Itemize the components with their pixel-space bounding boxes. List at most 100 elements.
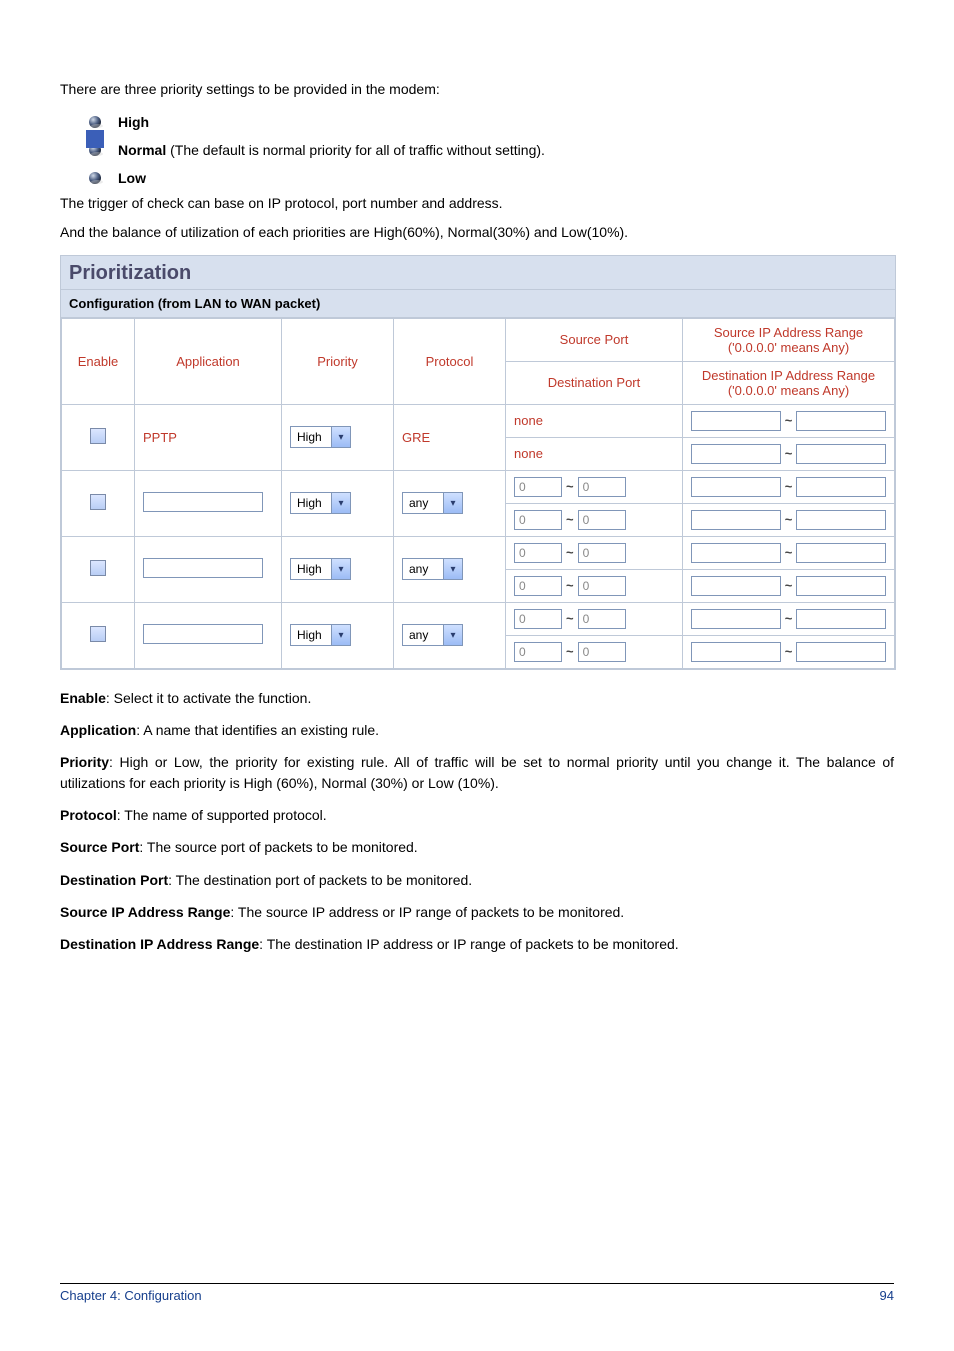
bullet-low: Low <box>88 166 894 190</box>
protocol-cell: GRE <box>394 404 506 470</box>
range-to-input[interactable] <box>796 444 886 464</box>
range-to-input[interactable] <box>796 510 886 530</box>
def-application: Application: A name that identifies an e… <box>60 720 894 740</box>
tilde-icon: ~ <box>564 578 576 593</box>
priority-select[interactable]: High ▾ <box>290 426 351 448</box>
sphere-icon <box>88 115 104 129</box>
def-dest-range: Destination IP Address Range: The destin… <box>60 934 894 954</box>
def-term: Priority <box>60 754 109 770</box>
priority-select[interactable]: High ▾ <box>290 492 351 514</box>
def-text: : The name of supported protocol. <box>117 807 327 823</box>
header-application: Application <box>135 318 282 404</box>
range-from-input[interactable] <box>691 642 781 662</box>
header-protocol: Protocol <box>394 318 506 404</box>
port-to-input[interactable]: 0 <box>578 477 626 497</box>
range-to-input[interactable] <box>796 642 886 662</box>
def-source-port: Source Port: The source port of packets … <box>60 837 894 857</box>
application-cell: PPTP <box>135 404 282 470</box>
range-from-input[interactable] <box>691 510 781 530</box>
dest-range-cell: ~ <box>691 444 886 464</box>
enable-checkbox[interactable] <box>90 494 106 510</box>
range-from-input[interactable] <box>691 444 781 464</box>
footer-chapter: Chapter 4: Configuration <box>60 1288 202 1303</box>
port-to-input[interactable]: 0 <box>578 609 626 629</box>
header-enable: Enable <box>62 318 135 404</box>
range-to-input[interactable] <box>796 576 886 596</box>
source-range-cell: ~ <box>691 543 886 563</box>
bullet-label: Low <box>118 170 146 186</box>
select-value: High <box>291 628 331 642</box>
port-from-input[interactable]: 0 <box>514 576 562 596</box>
protocol-select[interactable]: any ▾ <box>402 624 463 646</box>
tilde-icon: ~ <box>783 512 795 527</box>
chevron-down-icon: ▾ <box>331 559 350 579</box>
application-input[interactable] <box>143 624 263 644</box>
port-from-input[interactable]: 0 <box>514 609 562 629</box>
source-port-cell: 0 ~ 0 <box>514 609 674 629</box>
port-from-input[interactable]: 0 <box>514 543 562 563</box>
enable-checkbox[interactable] <box>90 428 106 444</box>
def-text: : A name that identifies an existing rul… <box>136 722 379 738</box>
application-input[interactable] <box>143 492 263 512</box>
tilde-icon: ~ <box>783 644 795 659</box>
select-value: any <box>403 496 443 510</box>
footer-page-number: 94 <box>880 1288 894 1303</box>
enable-checkbox[interactable] <box>90 560 106 576</box>
select-value: any <box>403 628 443 642</box>
dest-range-cell: ~ <box>691 510 886 530</box>
intro-line3: And the balance of utilization of each p… <box>60 223 894 243</box>
dest-port-cell: 0 ~ 0 <box>514 576 674 596</box>
prioritization-panel: Prioritization Configuration (from LAN t… <box>60 255 896 670</box>
range-to-input[interactable] <box>796 609 886 629</box>
def-protocol: Protocol: The name of supported protocol… <box>60 805 894 825</box>
port-to-input[interactable]: 0 <box>578 642 626 662</box>
select-value: High <box>291 430 331 444</box>
config-table: Enable Application Priority Protocol Sou… <box>61 318 895 669</box>
dest-port-cell: 0 ~ 0 <box>514 510 674 530</box>
dest-range-cell: ~ <box>691 576 886 596</box>
port-from-input[interactable]: 0 <box>514 642 562 662</box>
panel-subtitle: Configuration (from LAN to WAN packet) <box>61 290 895 318</box>
def-term: Destination Port <box>60 872 168 888</box>
port-from-input[interactable]: 0 <box>514 477 562 497</box>
range-to-input[interactable] <box>796 477 886 497</box>
range-from-input[interactable] <box>691 576 781 596</box>
tilde-icon: ~ <box>783 545 795 560</box>
port-to-input[interactable]: 0 <box>578 510 626 530</box>
tilde-icon: ~ <box>783 611 795 626</box>
enable-checkbox[interactable] <box>90 626 106 642</box>
port-from-input[interactable]: 0 <box>514 510 562 530</box>
select-value: High <box>291 562 331 576</box>
bullet-suffix: (The default is normal priority for all … <box>170 142 545 158</box>
chevron-down-icon: ▾ <box>443 559 462 579</box>
tilde-icon: ~ <box>564 512 576 527</box>
protocol-select[interactable]: any ▾ <box>402 558 463 580</box>
application-input[interactable] <box>143 558 263 578</box>
bullet-normal: Normal (The default is normal priority f… <box>88 138 894 162</box>
range-from-input[interactable] <box>691 543 781 563</box>
dest-range-cell: ~ <box>691 642 886 662</box>
priority-select[interactable]: High ▾ <box>290 624 351 646</box>
def-dest-port: Destination Port: The destination port o… <box>60 870 894 890</box>
page-accent-square <box>86 130 104 148</box>
source-range-cell: ~ <box>691 609 886 629</box>
def-text: : The source IP address or IP range of p… <box>230 904 624 920</box>
port-to-input[interactable]: 0 <box>578 576 626 596</box>
range-to-input[interactable] <box>796 543 886 563</box>
def-enable: Enable: Select it to activate the functi… <box>60 688 894 708</box>
bullet-label: Normal <box>118 142 166 158</box>
intro-line2: The trigger of check can base on IP prot… <box>60 194 894 214</box>
tilde-icon: ~ <box>783 479 795 494</box>
protocol-select[interactable]: any ▾ <box>402 492 463 514</box>
tilde-icon: ~ <box>564 545 576 560</box>
header-source-range: Source IP Address Range ('0.0.0.0' means… <box>683 318 895 361</box>
range-to-input[interactable] <box>796 411 886 431</box>
range-from-input[interactable] <box>691 411 781 431</box>
range-from-input[interactable] <box>691 477 781 497</box>
def-priority: Priority: High or Low, the priority for … <box>60 752 894 793</box>
header-priority: Priority <box>282 318 394 404</box>
priority-select[interactable]: High ▾ <box>290 558 351 580</box>
def-term: Enable <box>60 690 106 706</box>
range-from-input[interactable] <box>691 609 781 629</box>
port-to-input[interactable]: 0 <box>578 543 626 563</box>
